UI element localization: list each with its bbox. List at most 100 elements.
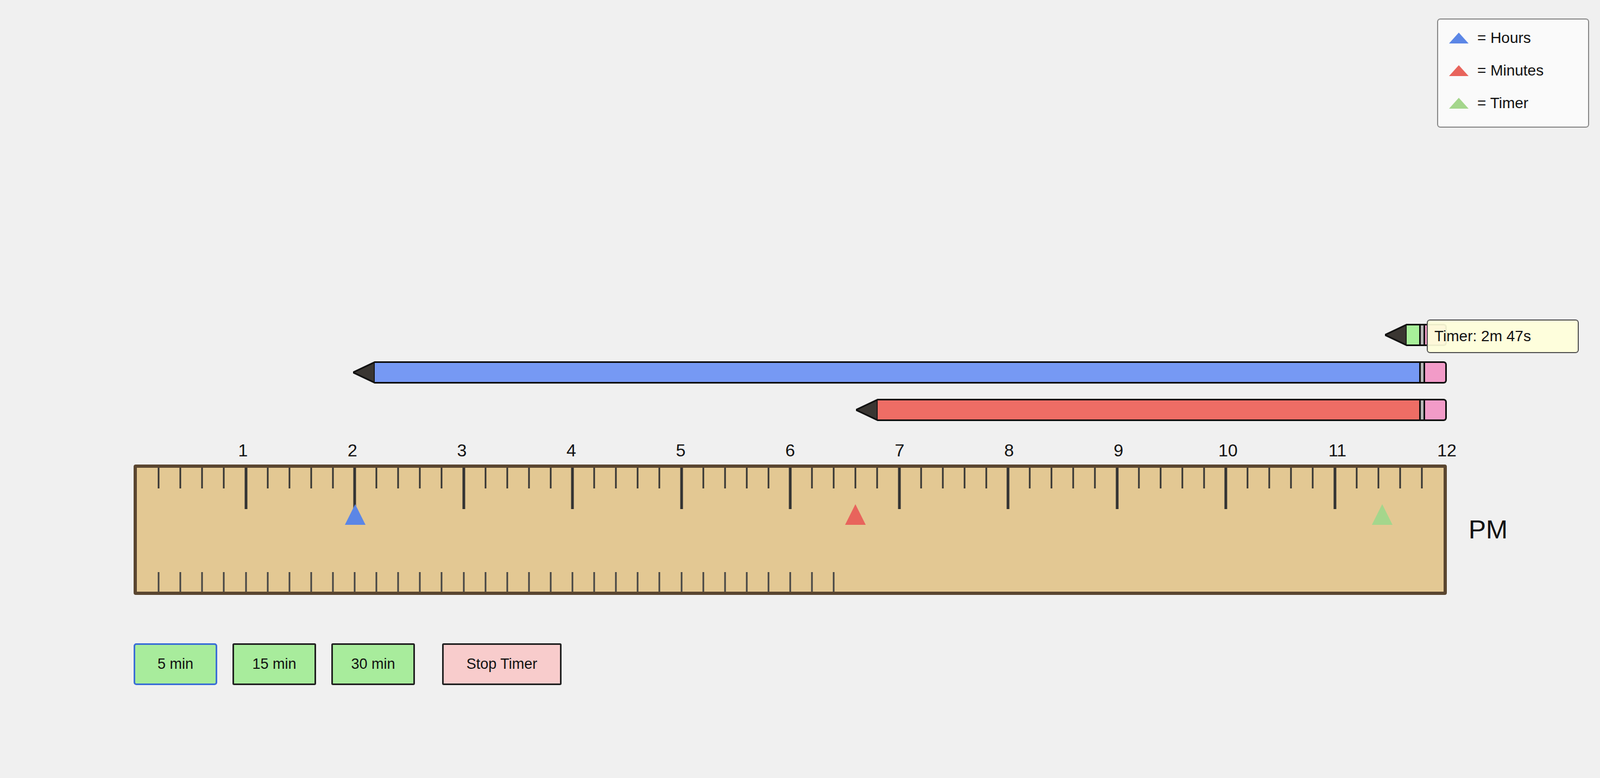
tick (353, 467, 357, 509)
tick (419, 467, 421, 489)
tick (1377, 467, 1379, 489)
marker-icon (1371, 504, 1393, 525)
tick (441, 467, 443, 489)
timer-button[interactable]: 5 min (133, 643, 218, 685)
pencil-ferrule (1420, 361, 1426, 384)
pencil-ferrule (1420, 323, 1426, 346)
legend-label: = Minutes (1477, 59, 1544, 82)
minute-tick (571, 571, 574, 592)
minute-tick (658, 571, 661, 592)
tick (1072, 467, 1075, 489)
hour-label: 6 (785, 440, 796, 461)
tick (244, 467, 248, 509)
minute-tick (244, 571, 247, 592)
ruler-clock: = Hours= Minutes= TimerTimer: 2m 47s1234… (0, 0, 1600, 778)
tick (854, 467, 857, 489)
triangle-icon (1449, 97, 1469, 109)
tick (1355, 467, 1358, 489)
tick (615, 467, 617, 489)
pencil-track (133, 361, 1447, 384)
tick (201, 467, 204, 489)
tick (702, 467, 704, 489)
hour-label: 8 (1004, 440, 1014, 461)
minute-tick (158, 571, 160, 592)
minute-tick (419, 571, 421, 592)
pencil-body (1406, 323, 1421, 346)
tick (1312, 467, 1314, 489)
pencil-track: Timer: 2m 47s (133, 323, 1447, 346)
minute-tick (593, 571, 596, 592)
pencil-eraser (1425, 361, 1447, 384)
minute-tick (201, 571, 204, 592)
legend-label: = Hours (1477, 27, 1532, 49)
minute-tick (527, 571, 530, 592)
minute-tick (179, 571, 182, 592)
tick (571, 467, 575, 509)
minute-tick (288, 571, 291, 592)
tick (1050, 467, 1053, 489)
minute-tick (811, 571, 814, 592)
tick (1159, 467, 1162, 489)
tick (1137, 467, 1140, 489)
tick (658, 467, 661, 489)
hour-label: 11 (1328, 440, 1347, 461)
pencil (353, 361, 1447, 384)
marker-icon (845, 504, 866, 525)
legend-item: = Hours (1449, 27, 1578, 49)
triangle-icon (1449, 32, 1469, 44)
minute-tick (506, 571, 508, 592)
tick (1399, 467, 1401, 489)
minute-tick (615, 571, 617, 592)
tick (506, 467, 508, 489)
marker-icon (344, 504, 366, 525)
minute-tick (354, 571, 356, 592)
timer-tooltip: Timer: 2m 47s (1426, 319, 1579, 354)
minute-tick (702, 571, 704, 592)
hour-label: 9 (1113, 440, 1124, 461)
hour-label: 1 (238, 440, 249, 461)
tick (1202, 467, 1205, 489)
minute-tick (549, 571, 552, 592)
tick (767, 467, 770, 489)
pencil-eraser (1425, 398, 1447, 421)
tick (549, 467, 552, 489)
pencil-track (133, 398, 1447, 421)
tick (1115, 467, 1119, 509)
tick (223, 467, 225, 489)
tick (1224, 467, 1228, 509)
pencil-body (374, 361, 1421, 384)
hour-label: 3 (457, 440, 468, 461)
tick (375, 467, 378, 489)
tick (963, 467, 966, 489)
tick (462, 467, 465, 509)
tick (1246, 467, 1249, 489)
tick (811, 467, 814, 489)
tick (1029, 467, 1031, 489)
hour-label: 5 (676, 440, 686, 461)
tick (941, 467, 944, 489)
minute-tick (462, 571, 465, 592)
minute-tick (397, 571, 400, 592)
tick (1268, 467, 1271, 489)
minute-tick (375, 571, 378, 592)
tick (833, 467, 835, 489)
pencil-tip-icon (1384, 323, 1407, 346)
minute-tick (680, 571, 683, 592)
minute-tick (441, 571, 443, 592)
timer-button[interactable]: 30 min (331, 643, 415, 685)
legend-item: = Minutes (1449, 59, 1578, 82)
tick (158, 467, 160, 489)
tick (745, 467, 748, 489)
minute-tick (484, 571, 487, 592)
tick (789, 467, 792, 509)
pencil-ferrule (1420, 398, 1426, 421)
tick (1420, 467, 1423, 489)
tick (484, 467, 487, 489)
legend: = Hours= Minutes= Timer (1437, 18, 1590, 128)
timer-button[interactable]: 15 min (232, 643, 317, 685)
timer-button[interactable]: Stop Timer (442, 643, 562, 685)
tick (1181, 467, 1183, 489)
ruler (133, 464, 1447, 595)
tick (897, 467, 901, 509)
tick (1006, 467, 1010, 509)
